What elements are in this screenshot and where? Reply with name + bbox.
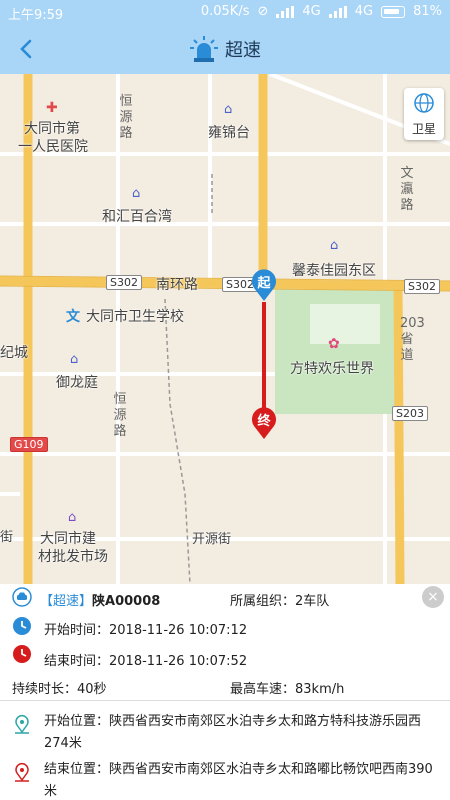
map-view[interactable]: 卫星 ✚ ⌂ ⌂ ⌂ ⌂ ⌂ 文 ✿ 大同市第 一人民医院 恒源路 雍锦台 文瀛…: [0, 74, 450, 584]
location-pin-icon: [15, 715, 29, 734]
map-label: 文瀛路: [400, 166, 414, 213]
max-speed-value: 83km/h: [295, 682, 345, 697]
end-time-label: 结束时间：: [44, 654, 110, 669]
start-marker[interactable]: 起: [250, 268, 278, 302]
start-time-value: 2018-11-26 10:07:12: [109, 623, 248, 638]
road-tag: S203: [392, 406, 428, 421]
clock-icon: [13, 645, 31, 663]
road-tag: S302: [404, 279, 440, 294]
network-speed: 0.05K/s: [200, 4, 250, 19]
map-label: 御龙庭: [56, 375, 98, 391]
satellite-label: 卫星: [411, 122, 436, 136]
header: 超速: [0, 24, 450, 74]
map-label: 材批发市场: [38, 549, 108, 565]
battery-icon: [381, 5, 406, 18]
house-icon: ⌂: [330, 238, 339, 253]
map-label: 开源街: [192, 532, 232, 547]
school-icon: 文: [66, 309, 80, 325]
globe-icon: [414, 93, 434, 113]
house-icon: ⌂: [70, 352, 79, 367]
signal-icon-2: [328, 5, 347, 18]
start-location-value-2: 274米: [44, 736, 82, 751]
title-inner: 超速: [189, 34, 261, 64]
top-bar: 上午9:59 0.05K/s ⊘ 4G 4G 81% 超速: [0, 0, 450, 74]
map-label: 方特欢乐世界: [290, 361, 374, 377]
map-label: 203省道: [400, 316, 425, 363]
hospital-icon: ✚: [46, 100, 58, 116]
house-icon: ⌂: [132, 186, 141, 201]
end-location-value: 陕西省西安市南郊区水泊寺乡太和路嘟比畅饮吧西南390: [109, 762, 433, 777]
map-label: 纪城: [0, 345, 28, 361]
map-label: 雍锦台: [208, 125, 250, 141]
network-type-2: 4G: [354, 4, 374, 19]
map-label: 大同市第: [24, 121, 80, 137]
org-value: 2车队: [295, 594, 330, 609]
start-location-value: 陕西省西安市南郊区水泊寺乡太和路方特科技游乐园西: [109, 714, 422, 729]
status-right: 0.05K/s ⊘ 4G 4G 81%: [201, 4, 442, 19]
map-label: 馨泰佳园东区: [292, 263, 376, 279]
end-location-field: 结束位置：陕西省西安市南郊区水泊寺乡太和路嘟比畅饮吧西南390: [44, 758, 433, 777]
end-location-value-2: 米: [44, 784, 58, 799]
network-type-1: 4G: [302, 4, 321, 19]
end-marker[interactable]: 终: [250, 406, 278, 440]
map-label: 一人民医院: [18, 139, 88, 155]
map-label: 恒源路: [113, 392, 127, 439]
max-speed-label: 最高车速：: [230, 682, 296, 697]
shop-icon: ⌂: [68, 510, 77, 525]
car-icon: [12, 587, 32, 607]
end-location-label: 结束位置：: [44, 762, 110, 777]
siren-icon: [190, 36, 218, 62]
duration-value: 40秒: [77, 682, 107, 697]
divider: [0, 700, 450, 701]
start-location-label: 开始位置：: [44, 714, 110, 729]
signal-icon: [276, 5, 295, 18]
page-title: 超速: [225, 40, 261, 61]
road-tag: G109: [10, 437, 48, 452]
start-time-field: 开始时间：2018-11-26 10:07:12: [44, 619, 247, 638]
status-bar: 上午9:59 0.05K/s ⊘ 4G 4G 81%: [0, 0, 450, 24]
road-tag: S302: [106, 275, 142, 290]
close-button[interactable]: ×: [422, 586, 444, 608]
title-wrap: 超速: [0, 34, 450, 68]
map-label: 街: [0, 530, 14, 545]
start-time-label: 开始时间：: [44, 623, 110, 638]
status-time: 上午9:59: [8, 8, 64, 23]
org-field: 所属组织：2车队: [230, 590, 329, 609]
map-label: 和汇百合湾: [102, 209, 172, 225]
mute-icon: ⊘: [257, 4, 269, 19]
map-label: 大同市建: [40, 531, 96, 547]
map-label: 南环路: [156, 277, 198, 293]
house-icon: ⌂: [224, 102, 233, 117]
alert-tag: 【超速】陕A00008: [40, 590, 160, 609]
end-marker-label: 终: [257, 414, 271, 429]
plate-number: 陕A00008: [92, 594, 161, 609]
map-label: 大同市卫生学校: [86, 309, 184, 325]
satellite-toggle-button[interactable]: 卫星: [404, 88, 444, 140]
end-time-field: 结束时间：2018-11-26 10:07:52: [44, 650, 247, 669]
org-label: 所属组织：: [230, 594, 296, 609]
info-panel: × 【超速】陕A00008 所属组织：2车队 开始时间：2018-11-26 1…: [0, 584, 450, 800]
location-pin-icon: [15, 763, 29, 782]
duration-field: 持续时长：40秒: [12, 678, 107, 697]
max-speed-field: 最高车速：83km/h: [230, 678, 344, 697]
battery-level: 81%: [413, 4, 442, 19]
start-location-field: 开始位置：陕西省西安市南郊区水泊寺乡太和路方特科技游乐园西: [44, 710, 421, 729]
alert-type: 【超速】: [40, 594, 93, 609]
map-label: 恒源路: [119, 94, 133, 141]
start-marker-label: 起: [257, 276, 271, 291]
amusement-icon: ✿: [328, 336, 340, 352]
clock-icon: [13, 617, 31, 635]
duration-label: 持续时长：: [12, 682, 78, 697]
end-time-value: 2018-11-26 10:07:52: [109, 654, 248, 669]
speeding-route: [262, 302, 266, 412]
